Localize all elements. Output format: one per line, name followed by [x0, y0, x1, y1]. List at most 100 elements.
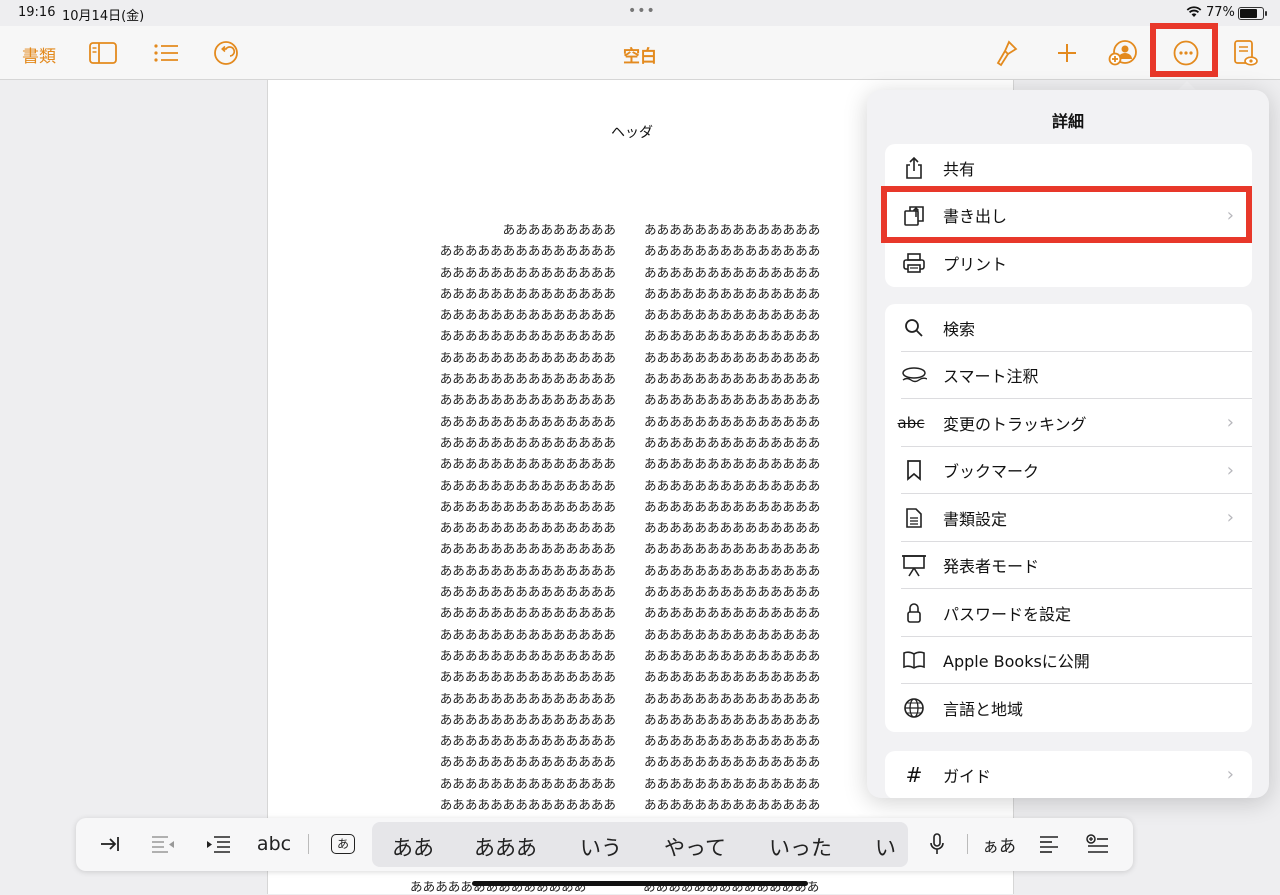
home-indicator[interactable] — [472, 881, 808, 886]
menu-item-label: 言語と地域 — [943, 699, 1024, 719]
multitasking-dots[interactable]: ••• — [628, 3, 656, 19]
right-column-line: ああああああああああああああ — [644, 690, 821, 706]
right-column-line: ああああああああああああああ — [644, 605, 821, 621]
text-column-right[interactable]: ああああああああああああああ ああああああああああああああ ああああああああああああ… — [644, 219, 850, 815]
collaborate-icon[interactable] — [1108, 39, 1138, 67]
menu-item-smart-annotation[interactable]: スマート注釈 — [885, 352, 1252, 399]
left-column-line: ああああああああああああああ — [439, 328, 616, 344]
left-column-line: ああああああああああああああ — [439, 349, 616, 365]
left-column-line: ああああああああああああああ — [439, 605, 616, 621]
right-column-line: ああああああああああああああ — [644, 392, 821, 408]
left-column-line: ああああああああああああああ — [439, 456, 616, 472]
right-column-line: ああああああああああああああ — [644, 222, 821, 237]
kana-label: あ — [331, 834, 355, 854]
right-column-line: ああああああああああああああ — [644, 413, 821, 429]
left-column-line: ああああああああああああああ — [439, 371, 616, 387]
left-column-line: ああああああああああああああ — [439, 647, 616, 663]
document-title[interactable]: 空白 — [0, 42, 1280, 67]
menu-item-label: スマート注釈 — [943, 367, 1039, 387]
candidate-word[interactable]: い — [875, 832, 896, 862]
printer-icon — [901, 250, 927, 276]
spellcheck-abc-button[interactable]: abc — [256, 831, 292, 857]
right-column-line: ああああああああああああああ — [644, 328, 821, 344]
left-column-line: ああああああああああああああ — [439, 413, 616, 429]
right-column-line: ああああああああああああああ — [644, 733, 821, 749]
insert-comment-icon[interactable] — [1086, 831, 1110, 857]
menu-item-apple-books[interactable]: Apple Booksに公開 — [885, 637, 1252, 684]
menu-item-label: 共有 — [943, 159, 976, 179]
left-column-line: ああああああああああああああ — [439, 711, 616, 727]
tab-indent-icon[interactable] — [98, 831, 122, 857]
menu-item-search[interactable]: 検索 — [885, 304, 1252, 352]
status-time: 19:16 — [18, 5, 56, 20]
right-column-line: ああああああああああああああ — [644, 456, 821, 472]
chevron-right-icon: › — [1226, 764, 1234, 786]
right-column-line: ああああああああああああああ — [644, 797, 821, 813]
status-bar: 19:16 10月14日(金) ••• 77% — [0, 0, 1280, 26]
left-column-line: ああああああああああああああ — [439, 264, 616, 280]
add-icon[interactable] — [1052, 39, 1082, 67]
left-column-line: ああああああああああああああ — [439, 669, 616, 685]
menu-item-presenter-mode[interactable]: 発表者モード — [885, 542, 1252, 589]
presenter-mode-icon — [901, 552, 927, 578]
right-column-line: ああああああああああああああ — [644, 520, 821, 536]
menu-item-bookmark[interactable]: ブックマーク › — [885, 447, 1252, 494]
right-column-line: ああああああああああああああ — [644, 498, 821, 514]
left-column-line: ああああああああああああああ — [439, 541, 616, 557]
script-toggle-button[interactable]: ぁあ — [982, 831, 1016, 857]
candidate-word[interactable]: いう — [580, 832, 622, 862]
menu-item-label: プリント — [943, 254, 1008, 274]
menu-item-track-changes[interactable]: abc 変更のトラッキング › — [885, 399, 1252, 447]
bookmark-icon — [901, 457, 927, 483]
text-column-left[interactable]: あああああああああ ああああああああああああああ ああああああああああああああ あああ… — [410, 219, 616, 815]
menu-item-set-password[interactable]: パスワードを設定 — [885, 589, 1252, 637]
status-date: 10月14日(金) — [62, 9, 145, 24]
book-icon — [901, 647, 927, 673]
menu-item-document-settings[interactable]: 書類設定 › — [885, 494, 1252, 542]
candidate-word[interactable]: ああ — [392, 832, 434, 862]
right-column-line: ああああああああああああああ — [644, 647, 821, 663]
left-column-line: ああああああああああああああ — [439, 243, 616, 259]
candidate-strip: ああ あああ いう やって いった い — [372, 822, 908, 867]
left-column-line: ああああああああああああああ — [439, 477, 616, 493]
more-button-highlight — [1150, 23, 1218, 77]
reading-view-icon[interactable] — [1230, 39, 1260, 67]
menu-item-label: 検索 — [943, 319, 976, 339]
right-column-line: ああああああああああああああ — [644, 264, 821, 280]
menu-item-share[interactable]: 共有 — [885, 144, 1252, 192]
battery-icon — [1238, 7, 1267, 20]
right-column-line: ああああああああああああああ — [644, 349, 821, 365]
right-column-line: ああああああああああああああ — [644, 669, 821, 685]
left-column-line: ああああああああああああああ — [439, 498, 616, 514]
chevron-right-icon: › — [1226, 507, 1234, 529]
keyboard-shortcut-bar: abc あ ああ あああ いう やって いった い ぁあ — [76, 818, 1133, 871]
kana-input-button[interactable]: あ — [330, 831, 356, 857]
right-column-line: ああああああああああああああ — [644, 775, 821, 791]
increase-indent-icon[interactable] — [205, 831, 231, 857]
right-column-line: ああああああああああああああ — [644, 434, 821, 450]
microphone-icon[interactable] — [926, 831, 948, 857]
more-popover: 詳細 共有 書き出し › プリント 検索 スマート注釈 abc 変更のトラッキン… — [867, 90, 1269, 798]
right-column-line: ああああああああああああああ — [644, 477, 821, 493]
search-icon — [901, 315, 927, 341]
right-column-line: ああああああああああああああ — [644, 541, 821, 557]
left-column-line: ああああああああああああああ — [439, 434, 616, 450]
share-icon — [901, 155, 927, 181]
candidate-word[interactable]: いった — [769, 832, 832, 862]
menu-item-print[interactable]: プリント — [885, 239, 1252, 287]
format-brush-icon[interactable] — [992, 39, 1022, 67]
candidate-word[interactable]: あああ — [474, 832, 537, 862]
menu-item-language-region[interactable]: 言語と地域 — [885, 684, 1252, 732]
toolbar: 書類 空白 — [0, 23, 1280, 80]
chevron-right-icon: › — [1226, 459, 1234, 481]
lock-icon — [901, 600, 927, 626]
menu-item-label: 変更のトラッキング — [943, 414, 1087, 434]
paragraph-align-icon[interactable] — [1037, 831, 1061, 857]
menu-item-label: ブックマーク — [943, 462, 1040, 482]
menu-item-guides[interactable]: # ガイド › — [885, 751, 1252, 798]
right-column-line: ああああああああああああああ — [644, 285, 821, 301]
decrease-indent-icon[interactable] — [150, 831, 176, 857]
candidate-word[interactable]: やって — [664, 832, 726, 862]
menu-item-label: ガイド — [943, 766, 992, 786]
document-settings-icon — [901, 505, 927, 531]
